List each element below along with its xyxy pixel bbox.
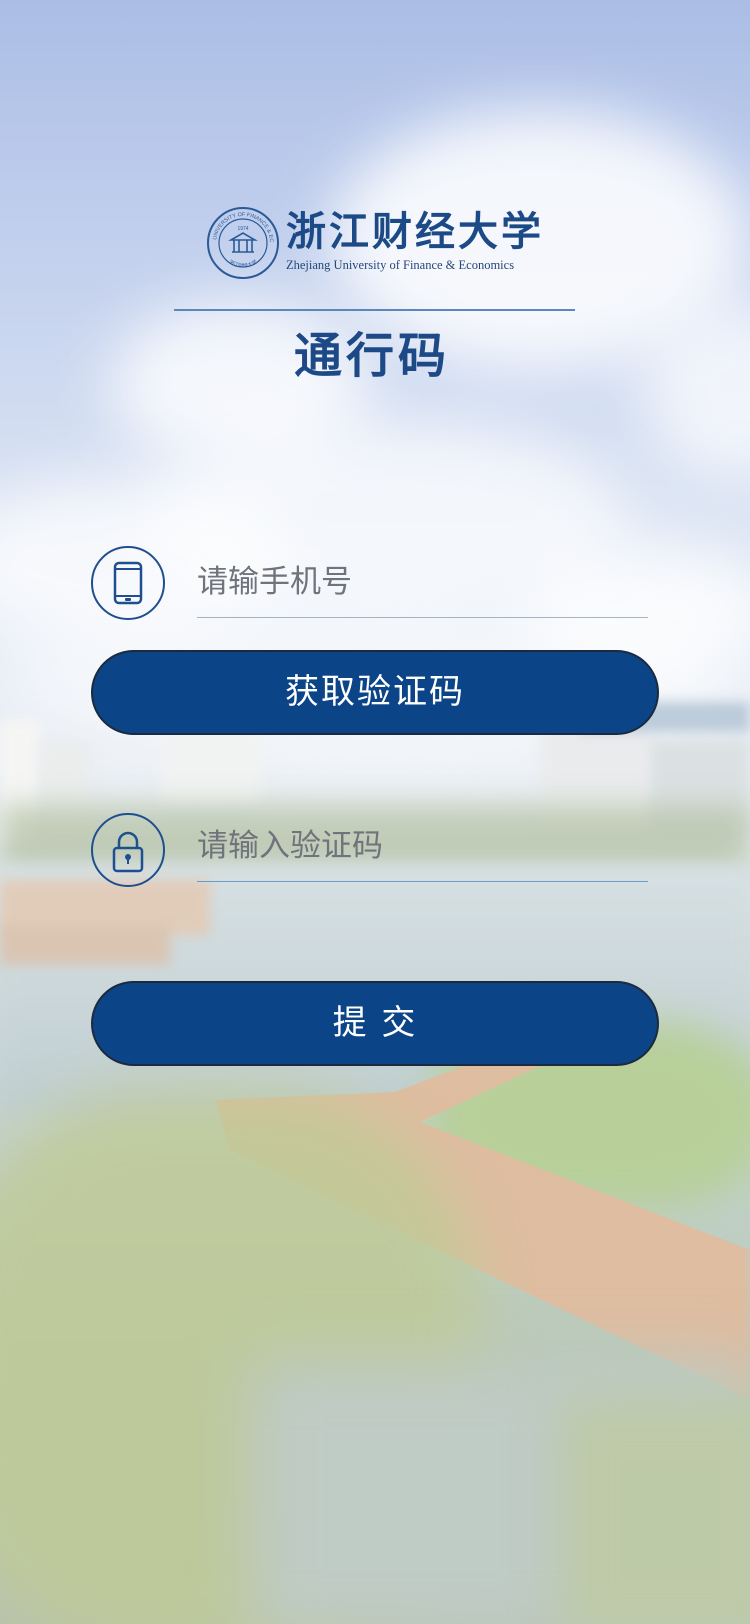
phone-field bbox=[197, 542, 648, 618]
login-screen: ZHEJIANG UNIVERSITY OF FINANCE & ECONOMI… bbox=[0, 0, 750, 1624]
verification-code-field bbox=[197, 806, 648, 882]
verification-code-input[interactable] bbox=[197, 818, 648, 874]
submit-button[interactable]: 提 交 bbox=[91, 981, 659, 1066]
page-title: 通行码 bbox=[293, 328, 450, 384]
university-name-cn: 浙江财经大学 bbox=[286, 208, 544, 255]
seal-ring-text: ZHEJIANG UNIVERSITY OF FINANCE & ECONOMI… bbox=[206, 206, 274, 243]
get-code-button[interactable]: 获取验证码 bbox=[91, 650, 659, 735]
title-divider bbox=[174, 309, 575, 311]
university-name-en: Zhejiang University of Finance & Economi… bbox=[286, 258, 515, 272]
university-seal-logo: ZHEJIANG UNIVERSITY OF FINANCE & ECONOMI… bbox=[206, 206, 279, 279]
seal-ring-bottom-text: 浙江财经大学 bbox=[228, 258, 258, 269]
seal-year: 1974 bbox=[237, 226, 248, 232]
lock-icon bbox=[91, 813, 165, 887]
phone-input[interactable] bbox=[197, 554, 648, 610]
phone-icon bbox=[91, 546, 165, 620]
